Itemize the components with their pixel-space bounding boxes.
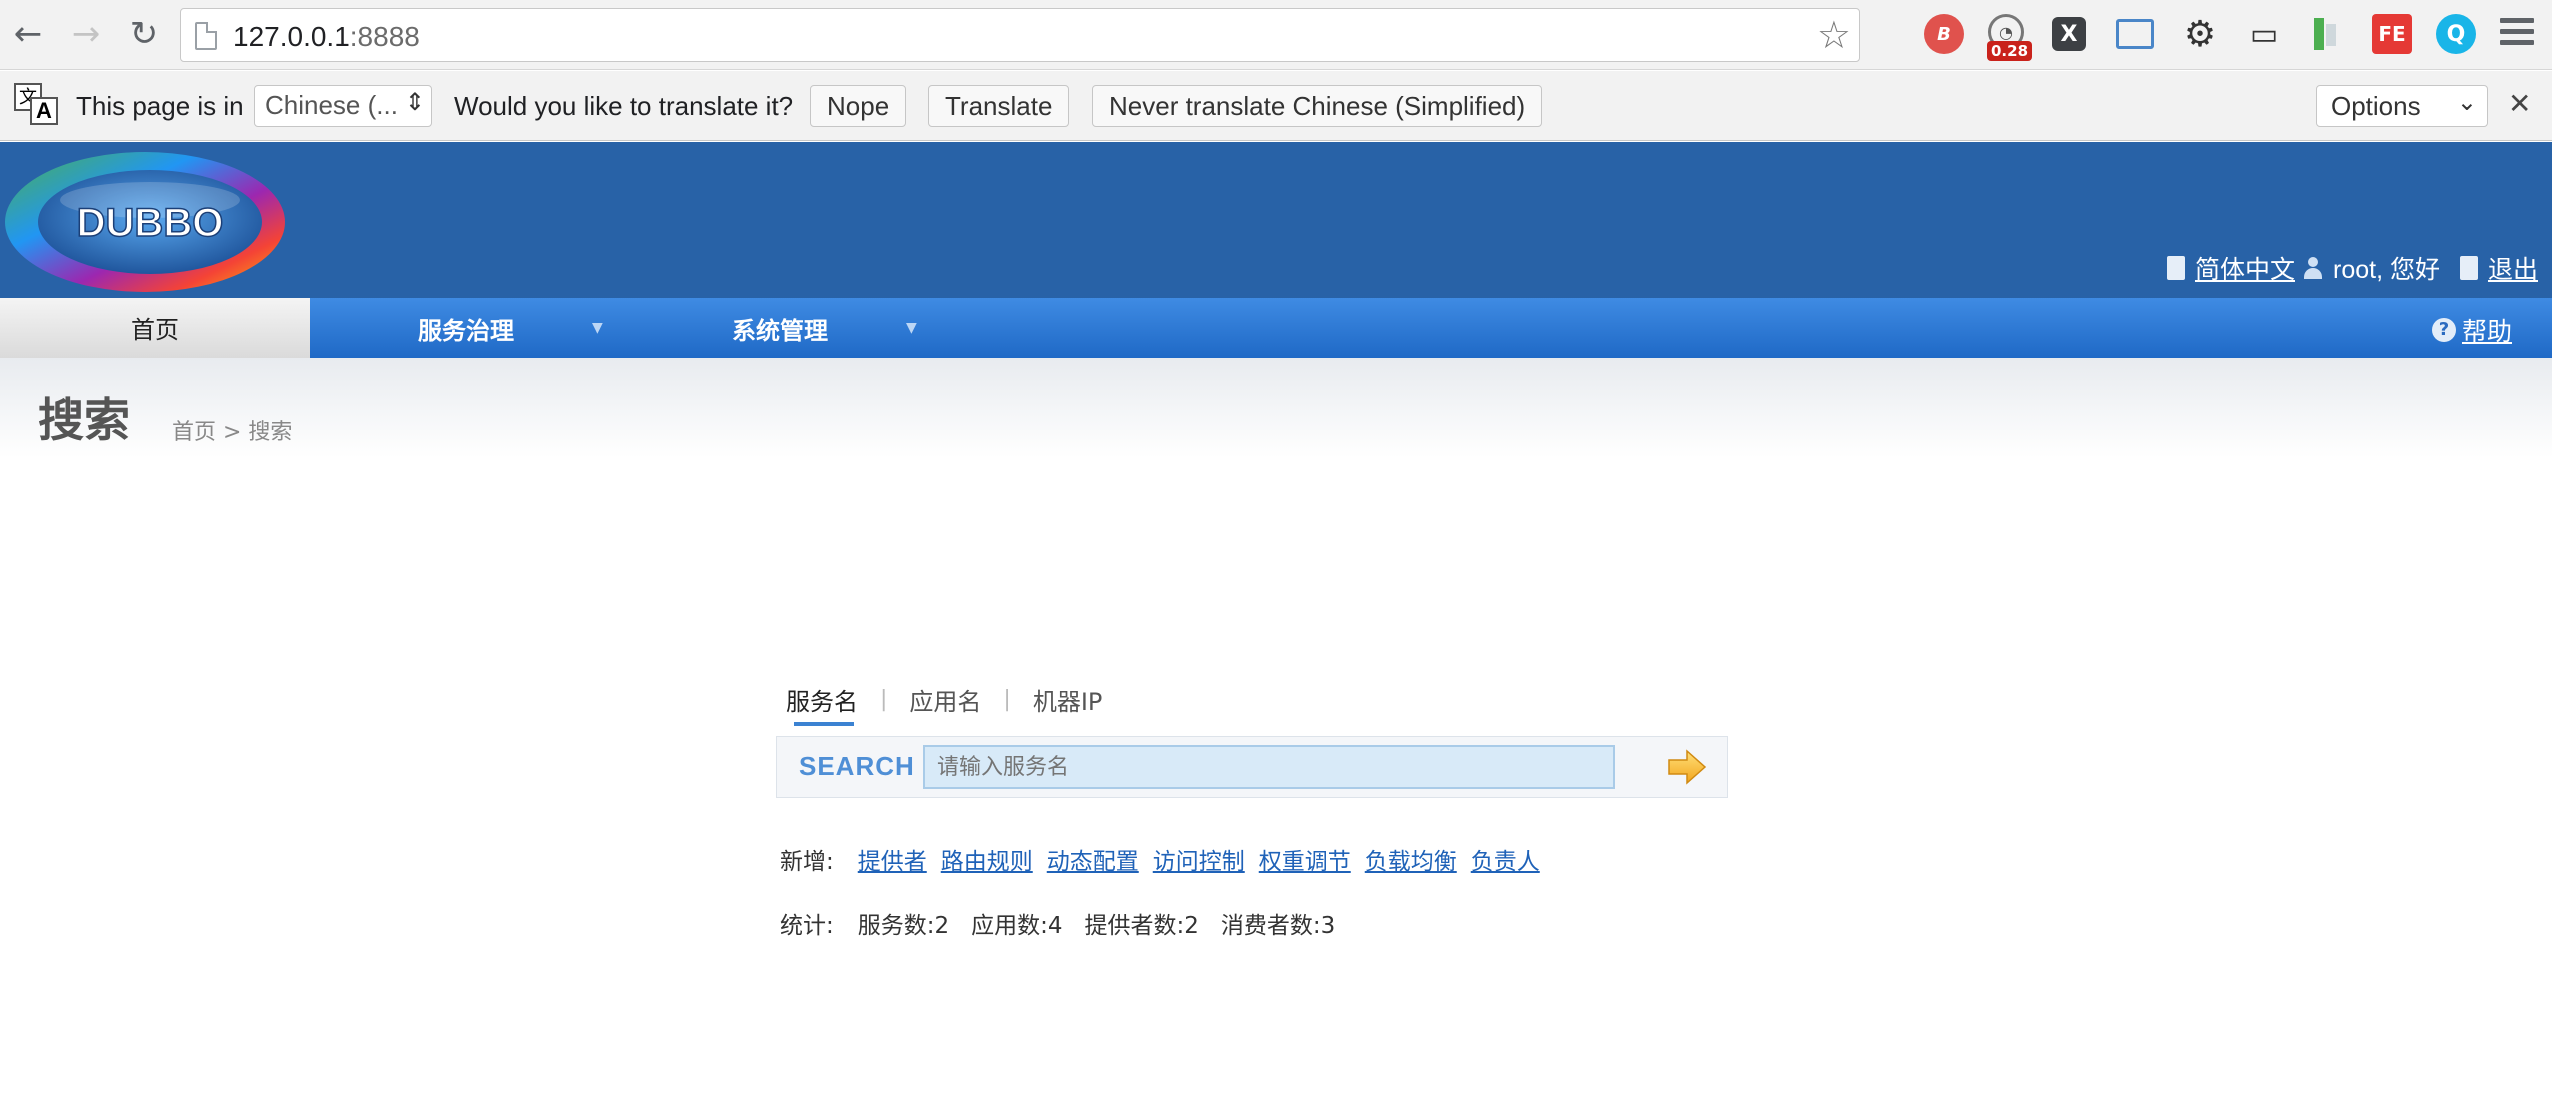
translate-button[interactable]: Translate — [928, 85, 1070, 127]
translate-question: Would you like to translate it? — [454, 91, 794, 121]
quick-add-row: 新增: 提供者 路由规则 动态配置 访问控制 权重调节 负载均衡 负责人 — [780, 842, 1540, 876]
extension-b-icon[interactable]: B — [1924, 14, 1964, 54]
help-link-area[interactable]: ? 帮助 — [2431, 312, 2512, 348]
stat-services: 服务数:2 — [857, 913, 950, 939]
search-label: SEARCH — [799, 751, 915, 781]
app-header: DUBBO 简体中文 root, 您好 退出 — [0, 142, 2552, 298]
nav-system-management[interactable]: 系统管理 — [732, 298, 828, 358]
quick-add-label: 新增: — [780, 849, 834, 875]
language-select[interactable]: Chinese (... ⇕ — [254, 85, 432, 127]
help-link[interactable]: 帮助 — [2462, 312, 2512, 348]
breadcrumb: 首页 > 搜索 — [172, 420, 293, 445]
add-route-link[interactable]: 路由规则 — [941, 842, 1033, 876]
translate-bar: 文A This page is in Chinese (... ⇕ Would y… — [0, 71, 2552, 141]
add-weight-link[interactable]: 权重调节 — [1259, 842, 1351, 876]
chevron-down-icon: ⌄ — [2456, 89, 2477, 116]
tab-separator: | — [880, 687, 888, 712]
nav-service-governance[interactable]: 服务治理 — [418, 298, 514, 358]
bookmark-star-icon[interactable]: ☆ — [1817, 15, 1851, 55]
add-load-balance-link[interactable]: 负载均衡 — [1365, 842, 1457, 876]
gear-icon[interactable]: ⚙ — [2180, 14, 2220, 55]
dubbo-logo[interactable]: DUBBO — [0, 150, 290, 298]
add-access-control-link[interactable]: 访问控制 — [1153, 842, 1245, 876]
main-navbar: 首页 服务治理 ▼ 系统管理 ▼ ? 帮助 — [0, 298, 2552, 358]
tab-separator: | — [1003, 687, 1011, 712]
screen-capture-icon[interactable] — [2116, 19, 2154, 49]
tab-service-name[interactable]: 服务名 — [786, 682, 858, 726]
logout-link[interactable]: 退出 — [2488, 250, 2538, 286]
svg-text:DUBBO: DUBBO — [77, 201, 224, 245]
x-extension-icon[interactable]: X — [2052, 17, 2086, 51]
user-area: 简体中文 root, 您好 退出 — [2166, 250, 2538, 286]
search-input[interactable] — [923, 745, 1615, 789]
translate-prefix: This page is in — [76, 91, 244, 121]
chart-extension-icon[interactable] — [2308, 14, 2348, 54]
help-icon: ? — [2431, 318, 2456, 342]
stats-row: 统计: 服务数:2 应用数:4 提供者数:2 消费者数:3 — [780, 906, 1343, 940]
stat-consumers: 消费者数:3 — [1220, 913, 1336, 939]
add-dynamic-config-link[interactable]: 动态配置 — [1047, 842, 1139, 876]
search-extension-icon[interactable]: Q — [2436, 14, 2476, 54]
add-provider-link[interactable]: 提供者 — [858, 842, 927, 876]
never-translate-button[interactable]: Never translate Chinese (Simplified) — [1092, 85, 1543, 127]
logout-door-icon — [2459, 256, 2478, 280]
page-title: 搜索 — [38, 393, 130, 447]
nope-button[interactable]: Nope — [810, 85, 907, 127]
translate-icon: 文A — [14, 83, 60, 129]
document-icon — [2166, 256, 2185, 280]
extension-badge: 0.28 — [1987, 41, 2033, 61]
stat-applications: 应用数:4 — [971, 913, 1063, 939]
tab-app-name[interactable]: 应用名 — [909, 682, 981, 717]
reload-icon[interactable]: ↻ — [124, 14, 164, 54]
dropdown-triangle-icon[interactable]: ▼ — [592, 320, 603, 336]
search-tabs: 服务名 | 应用名 | 机器IP — [786, 682, 1103, 726]
nav-home[interactable]: 首页 — [0, 298, 310, 358]
greeting-text: root, 您好 — [2333, 256, 2440, 284]
address-bar[interactable]: 127.0.0.1:8888 ☆ — [180, 8, 1860, 62]
search-arrow-icon[interactable] — [1663, 745, 1711, 789]
updown-chevron-icon: ⇕ — [404, 89, 425, 116]
add-owner-link[interactable]: 负责人 — [1471, 842, 1540, 876]
tab-machine-ip[interactable]: 机器IP — [1033, 682, 1103, 717]
fe-extension-icon[interactable]: FE — [2372, 14, 2412, 54]
cast-icon[interactable]: ▭ — [2244, 14, 2284, 54]
stat-providers: 提供者数:2 — [1084, 913, 1199, 939]
back-arrow-icon[interactable]: ← — [8, 14, 48, 54]
dropdown-triangle-icon[interactable]: ▼ — [906, 320, 917, 336]
options-select[interactable]: Options ⌄ — [2316, 85, 2488, 127]
stats-label: 统计: — [780, 913, 834, 939]
content-header: 搜索 首页 > 搜索 — [0, 358, 2552, 458]
close-icon[interactable]: ✕ — [2508, 87, 2531, 120]
language-link[interactable]: 简体中文 — [2195, 250, 2295, 286]
url-text[interactable]: 127.0.0.1:8888 — [233, 21, 420, 53]
browser-menu-icon[interactable] — [2500, 18, 2534, 51]
forward-arrow-icon[interactable]: → — [66, 14, 106, 54]
browser-toolbar: ← → ↻ 127.0.0.1:8888 ☆ B ◔ 0.28 X ⚙ ▭ FE … — [0, 0, 2552, 70]
user-icon — [2303, 257, 2323, 279]
page-icon — [195, 22, 217, 50]
speedometer-extension-icon[interactable]: ◔ 0.28 — [1987, 14, 2033, 61]
search-box: SEARCH — [776, 736, 1728, 798]
